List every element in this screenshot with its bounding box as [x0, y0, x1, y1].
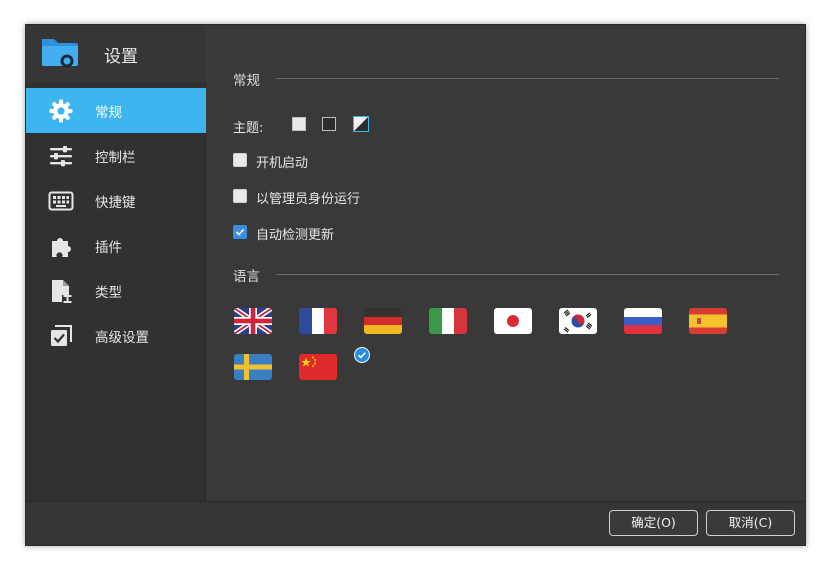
russia-flag-icon — [624, 308, 662, 334]
sidebar-item-label: 快捷键 — [95, 195, 136, 211]
germany-flag-icon — [364, 308, 402, 334]
window-title: 设置 — [104, 47, 138, 67]
section-title: 常规 — [233, 73, 260, 89]
dialog-footer: 确定(O) 取消(C) — [26, 501, 805, 545]
spain-flag-icon — [689, 308, 727, 334]
sidebar-item-label: 插件 — [95, 240, 122, 256]
flag-china[interactable] — [299, 354, 337, 380]
general-section-header: 常规 — [233, 69, 779, 89]
auto-update-checkbox[interactable] — [233, 225, 247, 239]
option-auto-update[interactable]: 自动检测更新 — [233, 222, 533, 243]
sidebar-item-label: 类型 — [95, 285, 122, 301]
theme-auto-swatch[interactable] — [353, 116, 369, 132]
france-flag-icon — [299, 308, 337, 334]
china-flag-icon — [299, 354, 337, 380]
uk-flag-icon — [234, 308, 272, 334]
cancel-button[interactable]: 取消(C) — [706, 510, 795, 536]
sidebar-item-label: 常规 — [95, 105, 122, 121]
file-type-icon — [52, 280, 72, 303]
theme-light-swatch[interactable] — [292, 117, 306, 131]
theme-label: 主题: — [233, 121, 264, 136]
option-label: 以管理员身份运行 — [256, 192, 361, 207]
flag-uk[interactable] — [234, 308, 272, 334]
option-run-as-admin[interactable]: 以管理员身份运行 — [233, 186, 533, 207]
run-as-admin-checkbox[interactable] — [233, 189, 247, 203]
korea-flag-icon — [559, 308, 597, 334]
section-title: 语言 — [233, 269, 260, 285]
language-section-header: 语言 — [233, 265, 779, 285]
section-divider — [276, 78, 779, 79]
flag-italy[interactable] — [429, 308, 467, 334]
japan-flag-icon — [494, 308, 532, 334]
sidebar-item-shortcuts[interactable]: 快捷键 — [26, 178, 206, 223]
checkbox-icon — [51, 325, 72, 346]
flag-germany[interactable] — [364, 308, 402, 334]
theme-dark-swatch[interactable] — [322, 117, 336, 131]
autostart-checkbox[interactable] — [233, 153, 247, 167]
flag-france[interactable] — [299, 308, 337, 334]
sidebar-item-general[interactable]: 常规 — [26, 88, 206, 133]
sidebar-item-plugins[interactable]: 插件 — [26, 223, 206, 268]
puzzle-icon — [52, 238, 71, 257]
settings-content: 常规 主题: 开机启动 以管理员身份运行 自动检测更新 语言 — [207, 25, 805, 503]
sliders-icon — [50, 146, 72, 167]
option-label: 自动检测更新 — [256, 228, 335, 243]
check-icon — [235, 228, 245, 236]
flag-russia[interactable] — [624, 308, 662, 334]
selected-check-icon — [354, 347, 370, 363]
option-autostart[interactable]: 开机启动 — [233, 150, 533, 171]
italy-flag-icon — [429, 308, 467, 334]
sidebar-item-label: 高级设置 — [95, 330, 149, 346]
sidebar-item-advanced[interactable]: 高级设置 — [26, 313, 206, 358]
flag-korea[interactable] — [559, 308, 597, 334]
settings-window: 设置 常规 控制栏 快捷键 插件 类型 高级设置 常规 主题: 开机启动 以管理… — [25, 24, 806, 546]
section-divider — [276, 274, 779, 275]
keyboard-icon — [48, 191, 74, 211]
gear-icon — [49, 99, 73, 123]
sidebar-nav: 常规 控制栏 快捷键 插件 类型 高级设置 — [26, 88, 206, 358]
sidebar-item-label: 控制栏 — [95, 150, 136, 166]
sidebar-item-types[interactable]: 类型 — [26, 268, 206, 313]
brand-header: 设置 — [26, 25, 206, 82]
theme-row: 主题: — [233, 116, 633, 136]
sidebar-item-controlbar[interactable]: 控制栏 — [26, 133, 206, 178]
option-label: 开机启动 — [256, 156, 309, 171]
sweden-flag-icon — [234, 354, 272, 380]
flag-spain[interactable] — [689, 308, 727, 334]
flag-sweden[interactable] — [234, 354, 272, 380]
ok-button[interactable]: 确定(O) — [609, 510, 698, 536]
folder-logo-icon — [42, 39, 78, 68]
flag-japan[interactable] — [494, 308, 532, 334]
sidebar: 设置 常规 控制栏 快捷键 插件 类型 高级设置 — [26, 25, 206, 503]
